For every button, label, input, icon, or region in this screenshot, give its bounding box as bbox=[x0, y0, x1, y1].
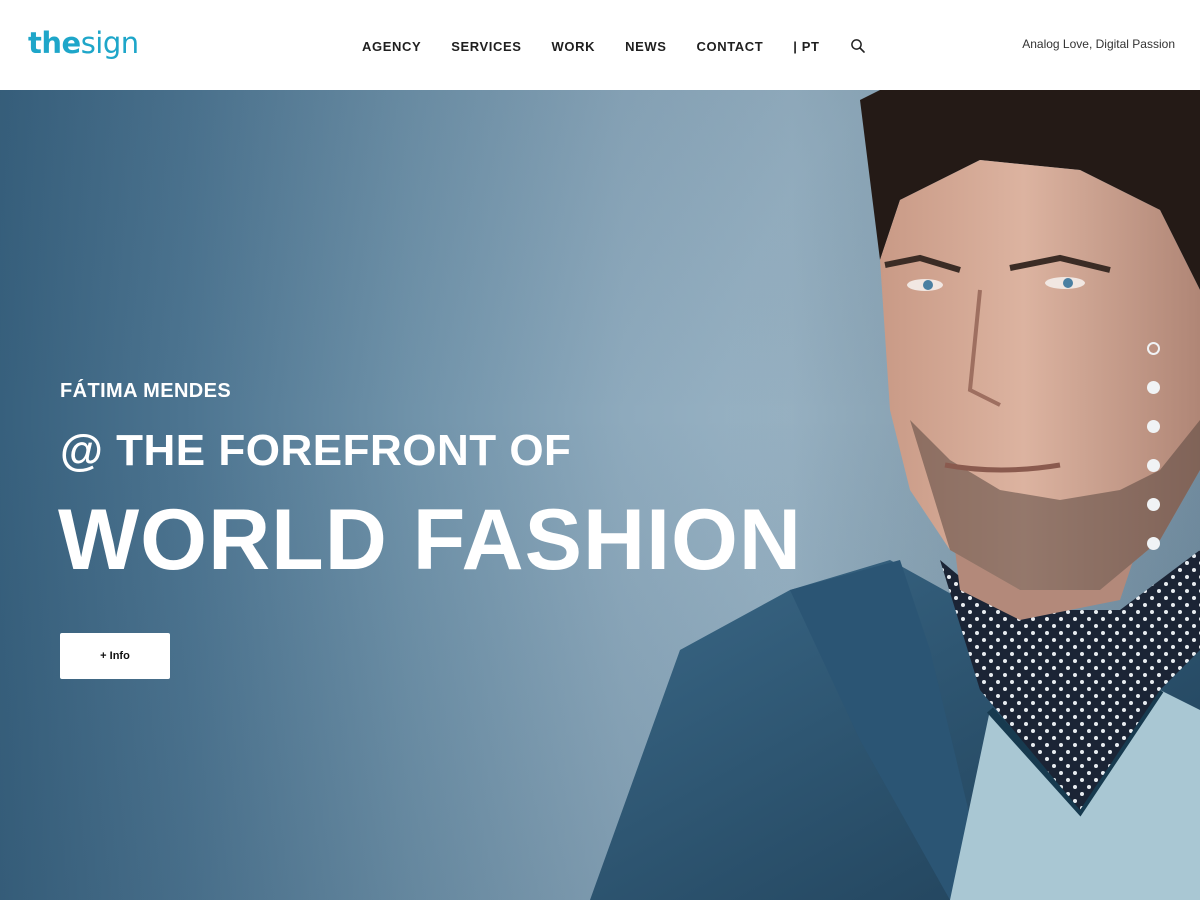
nav-work[interactable]: WORK bbox=[552, 39, 596, 54]
hero-subtitle: @ THE FOREFRONT OF bbox=[60, 426, 572, 475]
tagline: Analog Love, Digital Passion bbox=[1022, 37, 1175, 51]
slider-dot-1[interactable] bbox=[1147, 342, 1160, 355]
site-header: thesign AGENCY SERVICES WORK NEWS CONTAC… bbox=[0, 0, 1200, 90]
hero-slider: FÁTIMA MENDES @ THE FOREFRONT OF WORLD F… bbox=[0, 90, 1200, 900]
nav-news[interactable]: NEWS bbox=[625, 39, 666, 54]
nav-agency[interactable]: AGENCY bbox=[362, 39, 421, 54]
nav-contact[interactable]: CONTACT bbox=[697, 39, 764, 54]
nav-services[interactable]: SERVICES bbox=[451, 39, 521, 54]
slider-pagination bbox=[1147, 342, 1161, 576]
slider-dot-3[interactable] bbox=[1147, 420, 1160, 433]
logo-the: the bbox=[28, 26, 81, 60]
slider-dot-5[interactable] bbox=[1147, 498, 1160, 511]
slider-dot-4[interactable] bbox=[1147, 459, 1160, 472]
search-icon[interactable] bbox=[850, 38, 866, 54]
slider-dot-2[interactable] bbox=[1147, 381, 1160, 394]
logo-sign: sign bbox=[80, 26, 139, 60]
info-button[interactable]: + Info bbox=[60, 633, 170, 679]
main-nav: AGENCY SERVICES WORK NEWS CONTACT | PT bbox=[362, 36, 866, 56]
hero-title: WORLD FASHION bbox=[58, 492, 802, 588]
slider-dot-6[interactable] bbox=[1147, 537, 1160, 550]
language-switch-pt[interactable]: | PT bbox=[793, 39, 819, 54]
thesign-logo[interactable]: thesign bbox=[28, 24, 139, 62]
hero-name: FÁTIMA MENDES bbox=[60, 380, 232, 402]
